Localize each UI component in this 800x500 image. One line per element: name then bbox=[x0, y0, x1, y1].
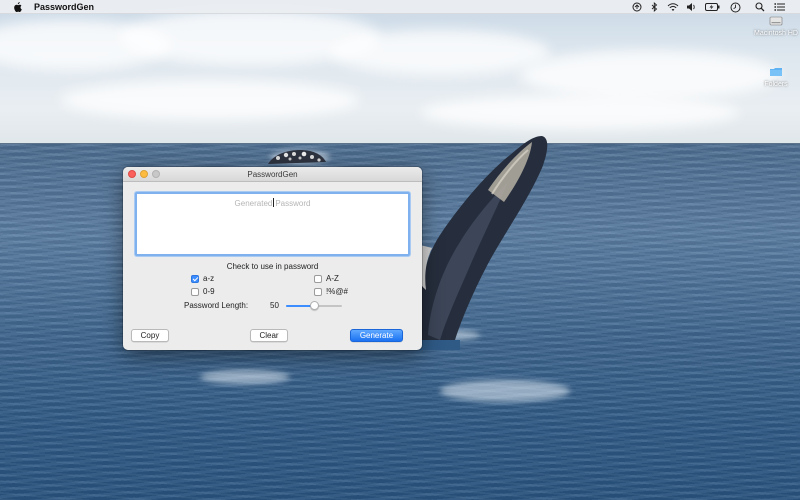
menu-bar: PasswordGen bbox=[0, 0, 800, 14]
desktop-icon-folders[interactable]: Folders bbox=[754, 66, 798, 89]
option-label: !%@# bbox=[326, 287, 348, 296]
options-heading: Check to use in password bbox=[226, 262, 319, 271]
checkbox-lowercase[interactable] bbox=[191, 275, 199, 283]
copy-button[interactable]: Copy bbox=[131, 329, 169, 342]
passwordgen-window: PasswordGen Generated Password Check to u… bbox=[123, 167, 422, 350]
desktop-icon-macintosh-hd[interactable]: Macintosh HD bbox=[754, 15, 798, 38]
option-label: 0-9 bbox=[203, 287, 215, 296]
spotlight-search-icon[interactable] bbox=[755, 1, 765, 13]
sync-icon[interactable] bbox=[632, 1, 642, 13]
bluetooth-icon[interactable] bbox=[651, 1, 658, 13]
folder-icon bbox=[770, 68, 782, 76]
wifi-icon[interactable] bbox=[667, 1, 679, 13]
hard-drive-icon bbox=[769, 16, 783, 26]
generate-button[interactable]: Generate bbox=[350, 329, 403, 342]
apple-menu-icon[interactable] bbox=[13, 2, 22, 12]
desktop-icon-label: Macintosh HD bbox=[754, 30, 798, 37]
option-uppercase[interactable]: A-Z bbox=[314, 274, 339, 284]
generated-password-field[interactable]: Generated Password bbox=[135, 192, 410, 256]
password-length-label: Password Length: bbox=[184, 301, 249, 310]
password-length-value: 50 bbox=[270, 301, 279, 310]
option-label: a-z bbox=[203, 274, 215, 283]
window-titlebar[interactable]: PasswordGen bbox=[123, 167, 422, 182]
app-menu-name[interactable]: PasswordGen bbox=[34, 1, 94, 13]
password-placeholder-start: Generated bbox=[234, 199, 273, 208]
window-title: PasswordGen bbox=[247, 170, 298, 179]
slider-thumb[interactable] bbox=[309, 301, 319, 310]
whale-image bbox=[414, 136, 548, 350]
clear-button[interactable]: Clear bbox=[250, 329, 288, 342]
option-lowercase[interactable]: a-z bbox=[191, 274, 214, 284]
checkbox-digits[interactable] bbox=[191, 288, 199, 296]
wallpaper-sky bbox=[0, 0, 800, 146]
option-digits[interactable]: 0-9 bbox=[191, 287, 215, 297]
password-placeholder-end: Password bbox=[275, 199, 311, 208]
whale-fin-image bbox=[268, 150, 326, 164]
desktop-icon-label: Folders bbox=[764, 81, 788, 88]
option-label: A-Z bbox=[326, 274, 339, 283]
checkbox-uppercase[interactable] bbox=[314, 275, 322, 283]
clock-icon[interactable] bbox=[730, 1, 741, 13]
notification-center-icon[interactable] bbox=[774, 1, 785, 13]
battery-icon[interactable] bbox=[705, 1, 721, 13]
volume-icon[interactable] bbox=[686, 1, 697, 13]
option-symbols[interactable]: !%@# bbox=[314, 287, 348, 297]
checkbox-symbols[interactable] bbox=[314, 288, 322, 296]
